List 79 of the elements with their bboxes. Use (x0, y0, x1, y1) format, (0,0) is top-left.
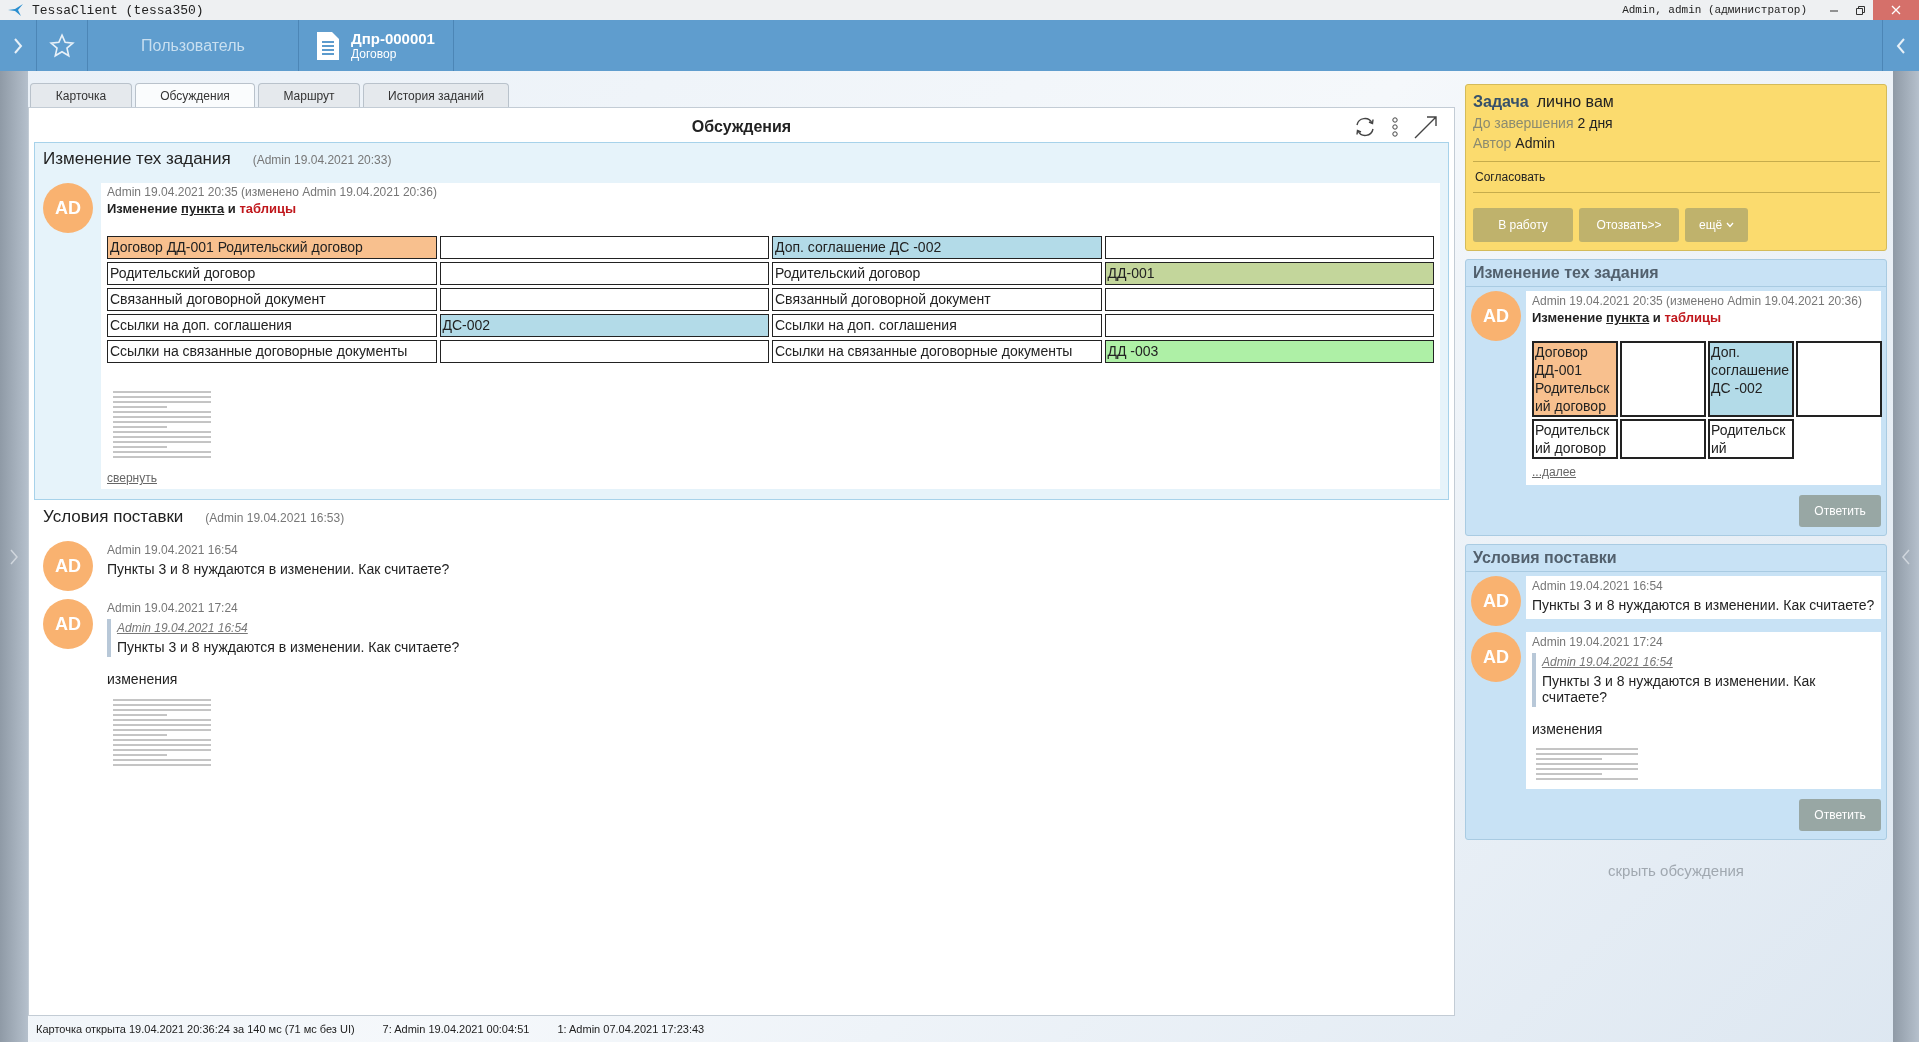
message-heading: Изменение пункта и таблицы (1532, 310, 1722, 325)
task-assignee: лично вам (1536, 93, 1614, 111)
refresh-icon[interactable] (1353, 116, 1377, 138)
author-label: Автор (1473, 135, 1512, 151)
more-link[interactable]: ...далее (1532, 465, 1577, 479)
topic-title[interactable]: Условия поставки (43, 507, 184, 527)
tab[interactable]: Маршрут (258, 83, 360, 107)
topic-meta: (Admin 19.04.2021 20:33) (252, 153, 392, 167)
status-text: 7: Admin 19.04.2021 00:04:51 (382, 1023, 530, 1035)
table-cell: Родительский договор (107, 262, 437, 285)
quote-author-link[interactable]: Admin 19.04.2021 16:54 (1542, 655, 1673, 669)
topic-meta: (Admin 19.04.2021 16:53) (205, 511, 345, 525)
status-text: Карточка открыта 19.04.2021 20:36:24 за 140 мс (71 мс без UI) (36, 1023, 355, 1035)
table-cell: Ссылки на связанные договорные документы (107, 340, 437, 363)
avatar: AD (1471, 576, 1521, 626)
table-cell: Договор ДД-001 Родительский договор (1532, 341, 1618, 417)
table-cell: Родительский (1708, 419, 1794, 459)
due-label: До завершения (1473, 115, 1574, 131)
table-cell: Ссылки на доп. соглашения (772, 314, 1102, 337)
collapse-link[interactable]: свернуть (107, 471, 157, 485)
table-cell: ДД-001 (1104, 262, 1434, 285)
tab[interactable]: Обсуждения (135, 83, 255, 107)
task-label: Задача (1473, 93, 1529, 111)
avatar: AD (43, 599, 93, 649)
message-author: Admin 19.04.2021 20:35 (изменено Admin 19.04.2021 20:36) (1532, 294, 1862, 308)
panel-title: Обсуждения (691, 118, 792, 136)
status-text: 1: Admin 07.04.2021 17:23:43 (557, 1023, 705, 1035)
avatar: AD (1471, 291, 1521, 341)
quote-text: Пункты 3 и 8 нуждаются в изменении. Как считаете? (117, 639, 460, 655)
document-number: Дпр-000001 (351, 30, 435, 47)
more-options-icon[interactable] (1391, 116, 1399, 138)
table-cell: Доп. соглашение ДС -002 (1708, 341, 1794, 417)
table-cell: Ссылки на связанные договорные документы (772, 340, 1102, 363)
message-author: Admin 19.04.2021 16:54 (1532, 579, 1663, 593)
message-heading: Изменение пункта и таблицы (107, 201, 297, 216)
reply-button[interactable]: Ответить (1799, 799, 1881, 831)
star-icon (49, 32, 75, 59)
message-author: Admin 19.04.2021 16:54 (107, 543, 238, 557)
message-text: Пункты 3 и 8 нуждаются в изменении. Как считаете? (1532, 597, 1875, 613)
side-topic-title: Изменение тех задания (1466, 264, 1886, 287)
table-cell: Родительский договор (772, 262, 1102, 285)
message-author: Admin 19.04.2021 20:35 (изменено Admin 19.04.2021 20:36) (107, 185, 437, 199)
avatar: AD (43, 541, 93, 591)
table-cell: Связанный договорной документ (107, 288, 437, 311)
task-action: Согласовать (1473, 161, 1880, 193)
quote-text: Пункты 3 и 8 нуждаются в изменении. Как считаете? (1542, 673, 1817, 705)
expand-icon[interactable] (1413, 114, 1439, 140)
table-cell: ДС-002 (439, 314, 769, 337)
table-cell: ДД -003 (1104, 340, 1434, 363)
tab[interactable]: Карточка (30, 83, 132, 107)
quote-author-link[interactable]: Admin 19.04.2021 16:54 (117, 621, 248, 635)
message-text: изменения (1532, 721, 1603, 737)
table-cell: Связанный договорной документ (772, 288, 1102, 311)
avatar: AD (43, 183, 93, 233)
author-value: Admin (1515, 135, 1555, 151)
table-cell: Ссылки на доп. соглашения (107, 314, 437, 337)
current-user: Admin, admin (администратор) (1622, 4, 1807, 16)
caret-icon (1726, 222, 1735, 228)
close-icon (1891, 5, 1901, 15)
document-type: Договор (351, 47, 398, 61)
topic-title[interactable]: Изменение тех задания (43, 149, 231, 169)
message-text: Пункты 3 и 8 нуждаются в изменении. Как считаете? (107, 561, 450, 577)
table-cell: Договор ДД-001 Родительский договор (107, 236, 437, 259)
restore-icon (1855, 5, 1865, 15)
message-author: Admin 19.04.2021 17:24 (1532, 635, 1663, 649)
side-topic-title: Условия поставки (1466, 549, 1886, 572)
message-author: Admin 19.04.2021 17:24 (107, 601, 238, 615)
table-cell: Доп. соглашение ДС -002 (772, 236, 1102, 259)
message-text: изменения (107, 671, 178, 687)
avatar: AD (1471, 632, 1521, 682)
window-title: TessaClient (tessa350) (32, 2, 204, 18)
chevron-right-icon[interactable] (9, 547, 19, 566)
reply-button[interactable]: Ответить (1799, 495, 1881, 527)
table-cell: Родительский договор (1532, 419, 1618, 459)
document-icon (315, 29, 341, 62)
due-value: 2 дня (1577, 115, 1613, 131)
chevron-left-icon[interactable] (1901, 547, 1911, 566)
document-tab[interactable]: Дпр-000001 Договор (299, 20, 453, 71)
tab[interactable]: История заданий (363, 83, 509, 107)
